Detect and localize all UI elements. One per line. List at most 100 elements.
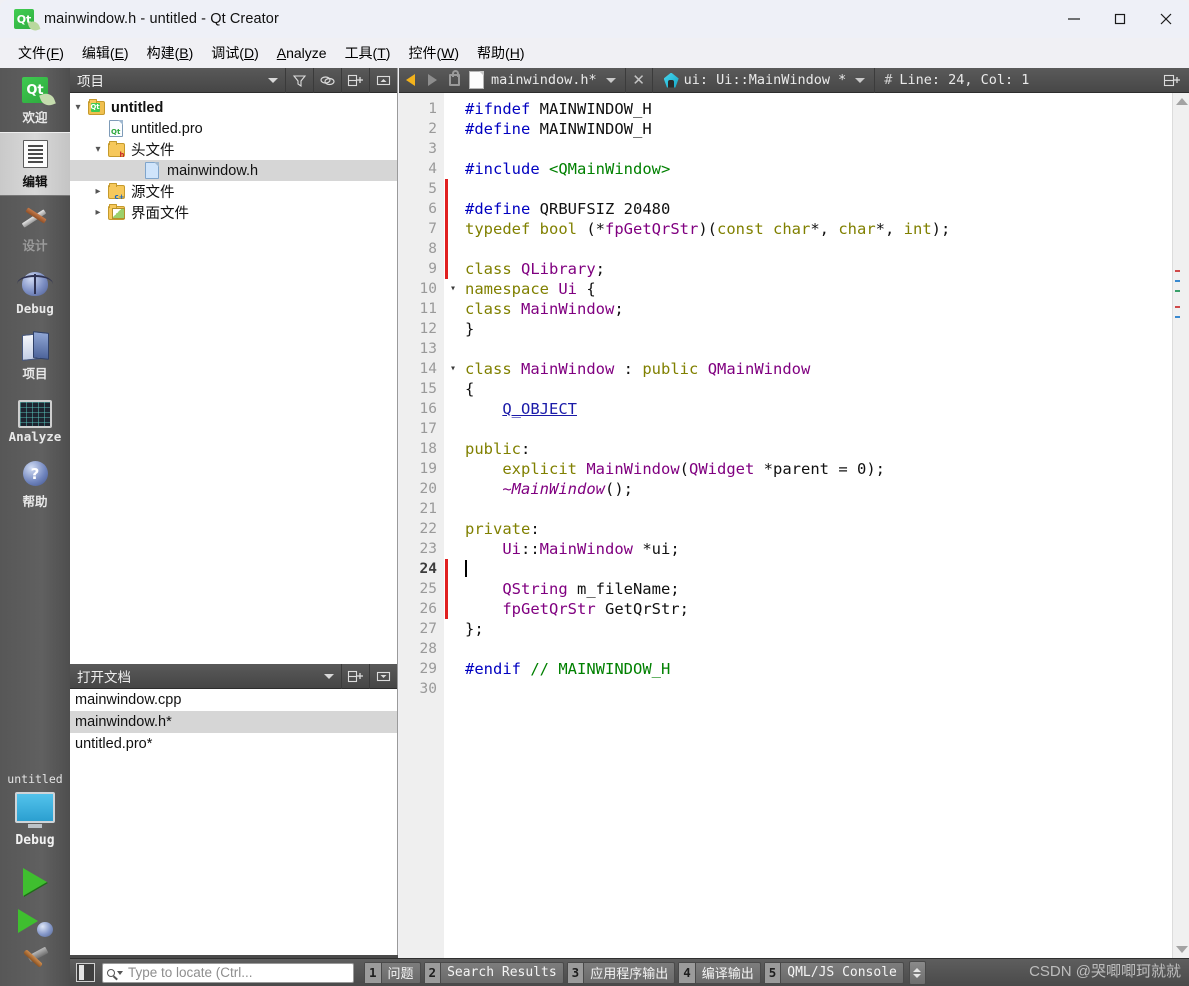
mode-help[interactable]: ? 帮助 (0, 452, 70, 516)
filter-icon[interactable] (285, 67, 313, 93)
maximize-button[interactable] (1097, 0, 1143, 38)
menu-item-4[interactable]: 调试(D) (202, 40, 267, 66)
navigate-forward-icon[interactable] (421, 68, 443, 93)
fold-marker-icon[interactable]: ▾ (447, 279, 459, 299)
run-button[interactable] (0, 862, 70, 902)
mode-projects[interactable]: 项目 (0, 324, 70, 388)
code-line[interactable]: 22 private: (399, 519, 1189, 539)
run-debug-icon (18, 908, 53, 937)
tree-item-project[interactable]: ▾ Qt untitled (70, 97, 397, 118)
chevron-right-icon[interactable]: ▸ (90, 207, 106, 218)
code-line[interactable]: 24 (399, 559, 1189, 579)
menu-item-5[interactable]: Analyze (268, 42, 336, 64)
scroll-up-button[interactable] (1173, 93, 1189, 110)
toggle-sidebar-icon[interactable] (76, 963, 95, 982)
chevron-down-icon[interactable] (268, 77, 278, 83)
output-pane-qml-js-console[interactable]: 5 QML/JS Console (763, 961, 904, 984)
editor-vertical-scrollbar[interactable] (1172, 93, 1189, 958)
tree-item-headers[interactable]: ▾ h 头文件 (70, 139, 397, 160)
code-line[interactable]: 19 explicit MainWindow(QWidget *parent =… (399, 459, 1189, 479)
line-number: 27 (419, 621, 437, 637)
build-button[interactable] (0, 942, 70, 982)
code-line[interactable]: 29 #endif // MAINWINDOW_H (399, 659, 1189, 679)
code-line[interactable]: 10 ▾ namespace Ui { (399, 279, 1189, 299)
code-line[interactable]: 28 (399, 639, 1189, 659)
list-item[interactable]: untitled.pro* (70, 733, 397, 755)
minimize-button[interactable] (1051, 0, 1097, 38)
split-add-icon[interactable] (341, 663, 369, 689)
link-sync-icon[interactable] (313, 67, 341, 93)
tree-item-sources[interactable]: ▸ c+ 源文件 (70, 181, 397, 202)
output-pane-compile-output[interactable]: 4 编译输出 (678, 961, 761, 984)
debug-button[interactable] (0, 902, 70, 942)
code-line[interactable]: 9 class QLibrary; (399, 259, 1189, 279)
code-line[interactable]: 21 (399, 499, 1189, 519)
split-add-icon[interactable] (341, 67, 369, 93)
code-line[interactable]: 25 QString m_fileName; (399, 579, 1189, 599)
code-line[interactable]: 2 #define MAINWINDOW_H (399, 119, 1189, 139)
code-line[interactable]: 17 (399, 419, 1189, 439)
kit-selector[interactable]: untitled Debug (0, 768, 70, 848)
scroll-down-button[interactable] (1173, 941, 1189, 958)
code-line[interactable]: 16 Q_OBJECT (399, 399, 1189, 419)
code-line[interactable]: 27}; (399, 619, 1189, 639)
updown-spinner-icon[interactable] (908, 960, 926, 985)
chevron-down-icon[interactable] (117, 970, 123, 975)
symbol-selector[interactable]: ui: Ui::MainWindow * (653, 68, 875, 93)
menu-item-2[interactable]: 编辑(E) (73, 40, 138, 66)
mode-design[interactable]: 设计 (0, 196, 70, 260)
code-line[interactable]: 13 (399, 339, 1189, 359)
chevron-right-icon[interactable]: ▸ (90, 186, 106, 197)
close-button[interactable] (1143, 0, 1189, 38)
locator-input[interactable]: Type to locate (Ctrl... (102, 962, 354, 983)
mode-analyze[interactable]: Analyze (0, 388, 70, 452)
code-line[interactable]: 8 (399, 239, 1189, 259)
unlocked-padlock-icon[interactable] (443, 68, 465, 93)
menu-item-6[interactable]: 工具(T) (336, 40, 400, 66)
list-item[interactable]: mainwindow.cpp (70, 689, 397, 711)
editor-file-selector[interactable]: mainwindow.h* (465, 68, 625, 93)
output-pane-application-output[interactable]: 3 应用程序输出 (566, 961, 676, 984)
chevron-down-icon[interactable] (855, 77, 866, 83)
split-editor-icon[interactable] (1155, 68, 1189, 93)
cursor-position-indicator[interactable]: # Line: 24, Col: 1 (875, 72, 1029, 88)
collapse-icon[interactable] (369, 67, 397, 93)
code-line[interactable]: 23 Ui::MainWindow *ui; (399, 539, 1189, 559)
menu-item-7[interactable]: 控件(W) (399, 40, 468, 66)
code-line[interactable]: 3 (399, 139, 1189, 159)
code-line[interactable]: 7 typedef bool (*fpGetQrStr)(const char*,… (399, 219, 1189, 239)
navigate-back-icon[interactable] (399, 68, 421, 93)
tree-item-mainwindow-h[interactable]: mainwindow.h (70, 160, 397, 181)
code-line[interactable]: 20 ~MainWindow(); (399, 479, 1189, 499)
menu-item-8[interactable]: 帮助(H) (468, 40, 533, 66)
code-line[interactable]: 14 ▾ class MainWindow : public QMainWindow (399, 359, 1189, 379)
code-line[interactable]: 18 public: (399, 439, 1189, 459)
menu-item-1[interactable]: 文件(F) (9, 40, 73, 66)
chevron-down-icon[interactable]: ▾ (90, 144, 106, 155)
mode-debug[interactable]: Debug (0, 260, 70, 324)
collapse-icon[interactable] (369, 663, 397, 689)
fold-marker-icon[interactable]: ▾ (447, 359, 459, 379)
list-item[interactable]: mainwindow.h* (70, 711, 397, 733)
code-line[interactable]: 6 #define QRBUFSIZ 20480 (399, 199, 1189, 219)
mode-edit[interactable]: 编辑 (0, 132, 70, 196)
mode-welcome[interactable]: Qt 欢迎 (0, 68, 70, 132)
code-line[interactable]: 11 class MainWindow; (399, 299, 1189, 319)
code-line[interactable]: 26 fpGetQrStr GetQrStr; (399, 599, 1189, 619)
code-line[interactable]: 30 (399, 679, 1189, 699)
menu-item-3[interactable]: 构建(B) (138, 40, 203, 66)
chevron-down-icon[interactable]: ▾ (70, 102, 86, 113)
code-editor[interactable]: 1 #ifndef MAINWINDOW_H 2 #define MAINWINDOW… (399, 93, 1189, 958)
code-line[interactable]: 5 (399, 179, 1189, 199)
output-pane-search-results[interactable]: 2 Search Results (423, 961, 564, 984)
output-pane-problems[interactable]: 1 问题 (364, 961, 421, 984)
tree-item-pro-file[interactable]: Qt untitled.pro (70, 118, 397, 139)
code-line[interactable]: 4 #include <QMainWindow> (399, 159, 1189, 179)
code-line[interactable]: 15 { (399, 379, 1189, 399)
close-document-button[interactable]: ✕ (626, 71, 652, 89)
chevron-down-icon[interactable] (605, 77, 616, 83)
chevron-down-icon[interactable] (324, 673, 334, 679)
code-line[interactable]: 1 #ifndef MAINWINDOW_H (399, 99, 1189, 119)
tree-item-forms[interactable]: ▸ 界面文件 (70, 202, 397, 223)
code-line[interactable]: 12} (399, 319, 1189, 339)
